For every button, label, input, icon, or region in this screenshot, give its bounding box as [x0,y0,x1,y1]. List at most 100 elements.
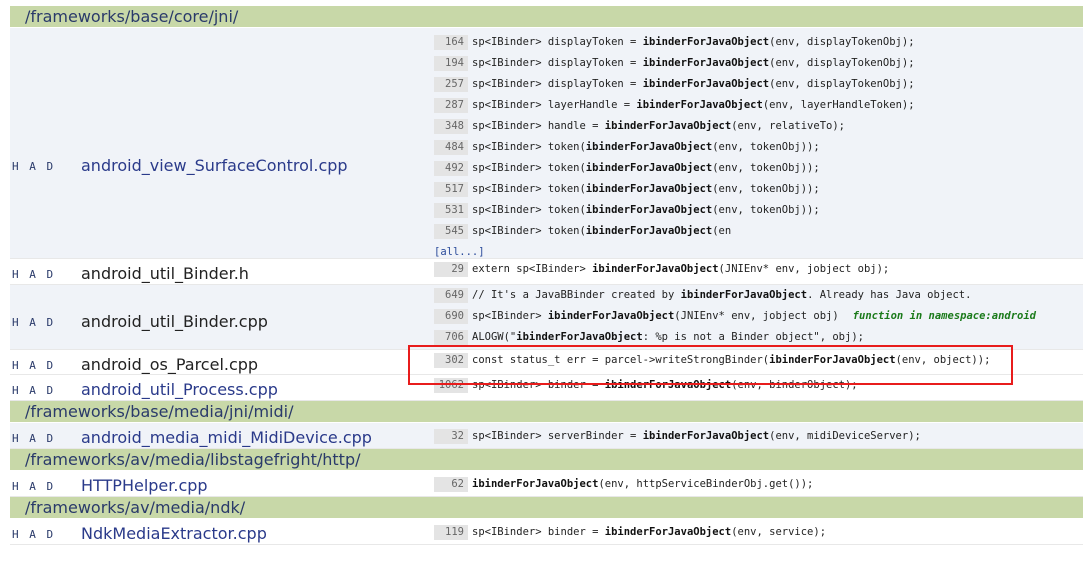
code-suffix: (env, tokenObj)); [712,204,820,216]
code-snippet[interactable]: sp<IBinder> token(ibinderForJavaObject(e… [472,200,820,221]
code-snippet[interactable]: sp<IBinder> token(ibinderForJavaObject(e… [472,221,731,242]
code-suffix: (env, tokenObj)); [712,183,820,195]
file-name-link[interactable]: NdkMediaExtractor.cpp [81,524,267,543]
result-row: H A D NdkMediaExtractor.cpp 119 sp<IBinder… [10,519,1083,545]
code-snippet[interactable]: sp<IBinder> token(ibinderForJavaObject(e… [472,179,820,200]
history-annotate-download-links: H A D [12,432,55,445]
file-name-link[interactable]: android_view_SurfaceControl.cpp [81,156,348,175]
file-name-link[interactable]: android_util_Binder.h [81,264,249,283]
history-link[interactable]: H [12,480,21,493]
file-name-link[interactable]: android_media_midi_MidiDevice.cpp [81,428,372,447]
code-snippet[interactable]: const status_t err = parcel->writeStrong… [472,350,990,371]
code-suffix: (en [712,225,732,237]
line-number-link[interactable]: 531 [434,203,468,218]
code-snippet[interactable]: sp<IBinder> serverBinder = ibinderForJav… [472,426,921,447]
annotate-link[interactable]: A [29,268,38,281]
annotate-link[interactable]: A [29,384,38,397]
matched-function-name: ibinderForJavaObject [585,204,713,216]
history-link[interactable]: H [12,160,21,173]
code-line: 484 sp<IBinder> token(ibinderForJavaObjec… [434,137,1083,158]
file-name-link[interactable]: android_util_Process.cpp [81,380,278,399]
directory-link[interactable]: /frameworks/base/media/jni/midi/ [10,401,1083,423]
code-snippet[interactable]: sp<IBinder> token(ibinderForJavaObject(e… [472,137,820,158]
file-name-link[interactable]: android_util_Binder.cpp [81,312,268,331]
code-suffix: (env, object)); [895,354,991,366]
history-link[interactable]: H [12,432,21,445]
code-snippet[interactable]: sp<IBinder> displayToken = ibinderForJav… [472,32,915,53]
directory-header: /frameworks/base/core/jni/ [10,6,1083,28]
code-line: 164 sp<IBinder> displayToken = ibinderFor… [434,32,1083,53]
download-link[interactable]: D [47,359,56,372]
annotate-link[interactable]: A [29,316,38,329]
annotate-link[interactable]: A [29,359,38,372]
line-number-link[interactable]: 257 [434,77,468,92]
download-link[interactable]: D [47,160,56,173]
code-snippet[interactable]: ALOGW("ibinderForJavaObject: %p is not a… [472,327,864,348]
download-link[interactable]: D [47,480,56,493]
code-line: 1062 sp<IBinder> binder = ibinderForJavaO… [434,375,1083,396]
download-link[interactable]: D [47,316,56,329]
code-suffix: (env, relativeTo); [731,120,845,132]
code-line: 32 sp<IBinder> serverBinder = ibinderForJ… [434,426,1083,447]
file-name-link[interactable]: HTTPHelper.cpp [81,476,208,495]
line-number-link[interactable]: 119 [434,525,468,540]
code-snippet[interactable]: sp<IBinder> displayToken = ibinderForJav… [472,74,915,95]
line-number-link[interactable]: 706 [434,330,468,345]
code-prefix: sp<IBinder> token( [472,183,586,195]
code-snippet[interactable]: extern sp<IBinder> ibinderForJavaObject(… [472,259,889,280]
line-number-link[interactable]: 32 [434,429,468,444]
code-snippet[interactable]: sp<IBinder> handle = ibinderForJavaObjec… [472,116,845,137]
line-number-link[interactable]: 690 [434,309,468,324]
line-number-link[interactable]: 164 [434,35,468,50]
history-link[interactable]: H [12,359,21,372]
line-number-link[interactable]: 29 [434,262,468,277]
download-link[interactable]: D [47,528,56,541]
code-snippet[interactable]: ibinderForJavaObject(env, httpServiceBin… [472,474,813,495]
line-number-link[interactable]: 517 [434,182,468,197]
code-snippet[interactable]: sp<IBinder> token(ibinderForJavaObject(e… [472,158,820,179]
history-annotate-download-links: H A D [12,384,55,397]
code-line: 62 ibinderForJavaObject(env, httpServiceB… [434,474,1083,495]
annotate-link[interactable]: A [29,432,38,445]
directory-link[interactable]: /frameworks/av/media/ndk/ [10,497,1083,519]
code-snippet[interactable]: sp<IBinder> displayToken = ibinderForJav… [472,53,915,74]
directory-link[interactable]: /frameworks/base/core/jni/ [10,6,1083,28]
history-link[interactable]: H [12,384,21,397]
annotate-link[interactable]: A [29,160,38,173]
result-row: H A D android_util_Binder.cpp 649 // It's … [10,285,1083,350]
code-snippet[interactable]: sp<IBinder> binder = ibinderForJavaObjec… [472,522,826,543]
file-name-link[interactable]: android_os_Parcel.cpp [81,355,258,374]
code-snippet[interactable]: // It's a JavaBBinder created by ibinder… [472,285,971,306]
download-link[interactable]: D [47,384,56,397]
code-prefix: // It's a JavaBBinder created by [472,289,681,301]
line-number-link[interactable]: 287 [434,98,468,113]
download-link[interactable]: D [47,432,56,445]
code-prefix: sp<IBinder> handle = [472,120,605,132]
download-link[interactable]: D [47,268,56,281]
matched-function-name: ibinderForJavaObject [585,162,713,174]
code-snippet[interactable]: sp<IBinder> ibinderForJavaObject(JNIEnv*… [472,306,1036,327]
result-row: H A D android_os_Parcel.cpp 302 const stat… [10,350,1083,375]
history-link[interactable]: H [12,528,21,541]
line-number-link[interactable]: 348 [434,119,468,134]
line-number-link[interactable]: 545 [434,224,468,239]
history-link[interactable]: H [12,316,21,329]
line-number-link[interactable]: 484 [434,140,468,155]
directory-link[interactable]: /frameworks/av/media/libstagefright/http… [10,449,1083,471]
annotate-link[interactable]: A [29,480,38,493]
code-prefix: sp<IBinder> displayToken = [472,36,643,48]
code-line: 649 // It's a JavaBBinder created by ibin… [434,285,1083,306]
show-all-link[interactable]: [all...] [434,245,485,260]
line-number-link[interactable]: 302 [434,353,468,368]
annotate-link[interactable]: A [29,528,38,541]
history-link[interactable]: H [12,268,21,281]
code-suffix: (env, layerHandleToken); [762,99,915,111]
line-number-link[interactable]: 62 [434,477,468,492]
line-number-link[interactable]: 194 [434,56,468,71]
code-suffix: (env, service); [731,526,827,538]
line-number-link[interactable]: 649 [434,288,468,303]
line-number-link[interactable]: 492 [434,161,468,176]
code-snippet[interactable]: sp<IBinder> binder = ibinderForJavaObjec… [472,375,858,396]
code-snippet[interactable]: sp<IBinder> layerHandle = ibinderForJava… [472,95,915,116]
line-number-link[interactable]: 1062 [434,378,468,393]
